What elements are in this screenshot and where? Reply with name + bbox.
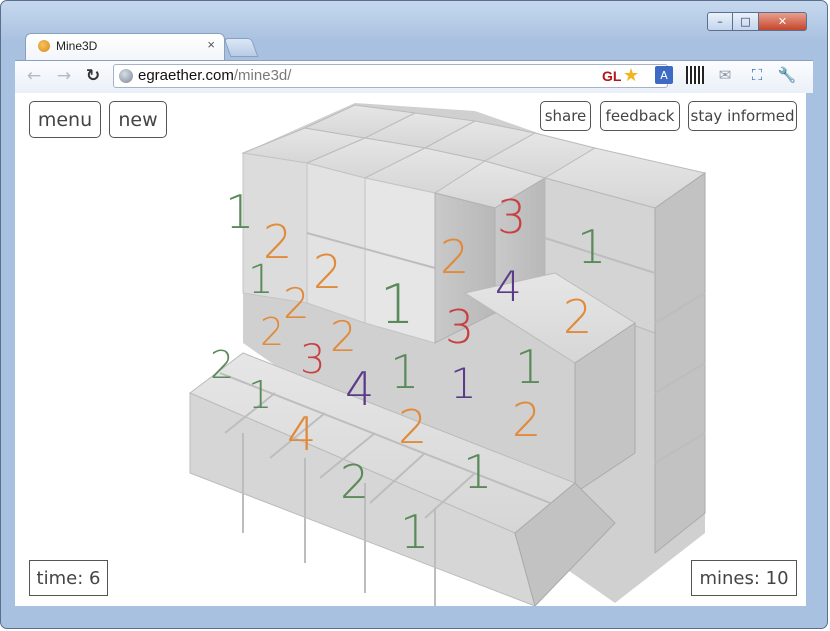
number-2: 2 [512,393,541,447]
number-1: 1 [463,445,492,499]
cube-face[interactable] [654,172,706,555]
number-1: 1 [577,220,606,274]
share-button[interactable]: share [540,101,591,131]
number-3: 3 [445,300,474,354]
new-game-button[interactable]: new [109,101,167,138]
number-1: 1 [380,273,414,336]
tab-title: Mine3D [56,39,98,53]
translate-icon[interactable]: A [655,66,673,84]
webgl-badge: GL [602,68,622,84]
mines-counter: mines: 10 [691,560,797,596]
number-2: 2 [440,230,469,284]
feedback-button[interactable]: feedback [600,101,680,131]
number-3: 3 [497,190,526,244]
back-icon[interactable]: ← [23,65,45,87]
number-4: 4 [495,262,522,311]
url-text[interactable]: egraether.com/mine3d/ [138,67,291,84]
reload-icon[interactable]: ↻ [82,65,104,87]
minimize-button[interactable]: – [707,12,733,31]
game-page: 1 2 1 2 2 2 2 2 3 2 1 3 1 4 1 2 3 1 1 4 … [15,93,806,606]
browser-toolbar: ← → ↻ egraether.com/mine3d/ GL ★ A ✉ ⛶ 🔧 [15,60,813,93]
number-2: 2 [283,279,310,328]
address-bar[interactable]: egraether.com/mine3d/ GL ★ [113,64,668,88]
number-2: 2 [313,245,342,299]
number-2: 4 [287,407,316,461]
number-4: 1 [450,359,477,408]
number-2: 2 [260,310,284,354]
tab-close-icon[interactable]: × [207,37,215,52]
fullscreen-icon[interactable]: ⛶ [748,66,766,84]
cube-face[interactable] [306,162,366,324]
maximize-button[interactable]: □ [733,12,759,31]
number-3: 3 [300,337,325,383]
number-2: 2 [563,290,592,344]
globe-icon [119,69,133,83]
qr-code-icon[interactable] [686,66,704,84]
favicon-icon [38,40,50,52]
number-1: 1 [225,185,254,239]
number-2: 2 [398,400,427,454]
timer-display: time: 6 [29,560,108,596]
minesweeper-3d-board[interactable]: 1 2 1 2 2 2 2 2 3 2 1 3 1 4 1 2 3 1 1 4 … [15,93,806,606]
number-1: 1 [390,345,419,399]
number-4: 4 [345,362,374,416]
bookmark-star-icon[interactable]: ★ [623,65,639,86]
number-1: 2 [340,455,369,509]
wrench-icon[interactable]: 🔧 [778,66,797,84]
number-1: 2 [210,343,234,387]
menu-button[interactable]: menu [29,101,101,138]
forward-icon[interactable]: → [53,65,75,87]
number-2: 2 [330,312,357,361]
number-1: 1 [515,340,544,394]
tab-mine3d[interactable]: Mine3D × [25,33,225,61]
mail-icon[interactable]: ✉ [716,66,734,84]
number-1: 1 [400,505,429,559]
close-window-button[interactable]: ✕ [759,12,807,31]
stay-informed-button[interactable]: stay informed [688,101,797,131]
number-1: 1 [248,373,272,417]
number-1: 1 [248,257,273,303]
